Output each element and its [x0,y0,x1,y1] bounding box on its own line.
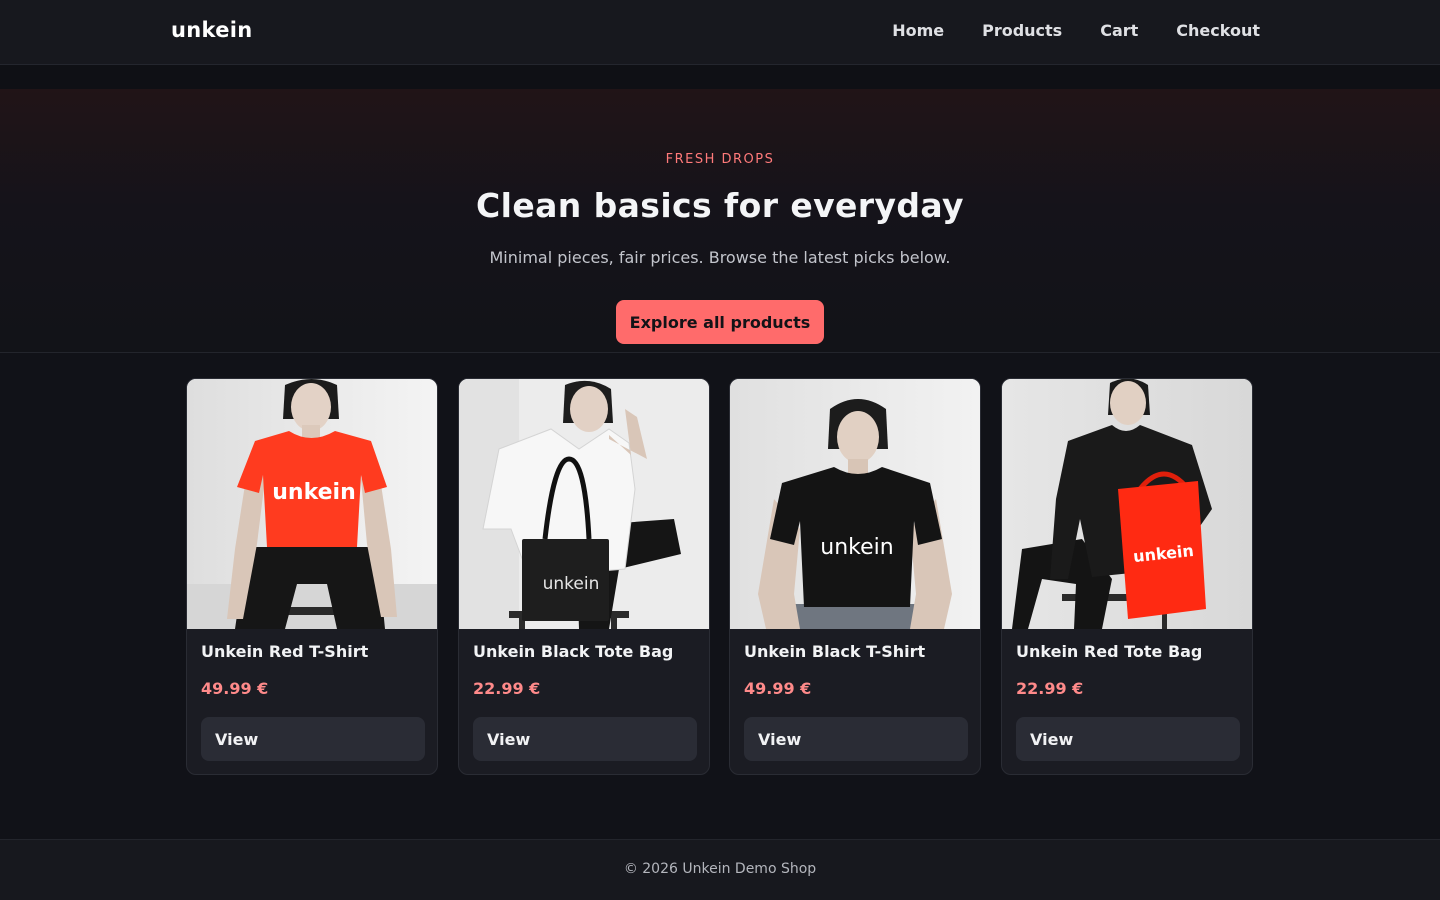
tote-print-text: unkein [543,574,600,594]
product-name[interactable]: Unkein Black Tote Bag [473,642,673,661]
product-grid: unkein Unkein Red T-Shirt 49.99 € View u… [0,353,1440,839]
hero-eyebrow: FRESH DROPS [665,152,775,167]
product-image[interactable]: unkein [459,379,709,629]
product-name[interactable]: Unkein Black T-Shirt [744,642,925,661]
product-image[interactable]: unkein [730,379,980,629]
tshirt-print-text: unkein [272,480,356,505]
page-footer: © 2026 Unkein Demo Shop [0,839,1440,900]
product-card[interactable]: unkein Unkein Black Tote Bag 22.99 € Vie… [458,378,710,775]
header-spacer [0,65,1440,89]
product-price: 22.99 € [473,679,541,698]
hero-title: Clean basics for everyday [476,186,964,225]
model-black-tshirt-photo: unkein [730,379,980,629]
view-product-button[interactable]: View [473,717,697,761]
footer-copyright: © 2026 Unkein Demo Shop [623,861,817,877]
main-nav: Home Products Cart Checkout [854,21,1260,40]
product-card[interactable]: unkein Unkein Red T-Shirt 49.99 € View [186,378,438,775]
view-product-button[interactable]: View [744,717,968,761]
hero-section: FRESH DROPS Clean basics for everyday Mi… [0,89,1440,353]
product-name[interactable]: Unkein Red Tote Bag [1016,642,1202,661]
product-image[interactable]: unkein [187,379,437,629]
product-card[interactable]: unkein Unkein Black T-Shirt 49.99 € View [729,378,981,775]
brand-logo[interactable]: unkein [171,18,253,42]
product-card[interactable]: unkein Unkein Red Tote Bag 22.99 € View [1001,378,1253,775]
product-price: 22.99 € [1016,679,1084,698]
tshirt-print-text: unkein [820,535,893,560]
product-name[interactable]: Unkein Red T-Shirt [201,642,368,661]
nav-products-link[interactable]: Products [982,21,1062,40]
view-product-button[interactable]: View [201,717,425,761]
nav-cart-link[interactable]: Cart [1100,21,1138,40]
model-red-tshirt-photo: unkein [187,379,437,629]
explore-all-products-button[interactable]: Explore all products [616,300,824,344]
model-red-tote-photo: unkein [1002,379,1252,629]
view-product-button[interactable]: View [1016,717,1240,761]
top-navigation-bar: unkein Home Products Cart Checkout [0,0,1440,65]
product-price: 49.99 € [744,679,812,698]
hero-subtitle: Minimal pieces, fair prices. Browse the … [489,248,951,267]
product-price: 49.99 € [201,679,269,698]
nav-home-link[interactable]: Home [892,21,944,40]
nav-checkout-link[interactable]: Checkout [1176,21,1260,40]
model-black-tote-photo: unkein [459,379,709,629]
product-image[interactable]: unkein [1002,379,1252,629]
